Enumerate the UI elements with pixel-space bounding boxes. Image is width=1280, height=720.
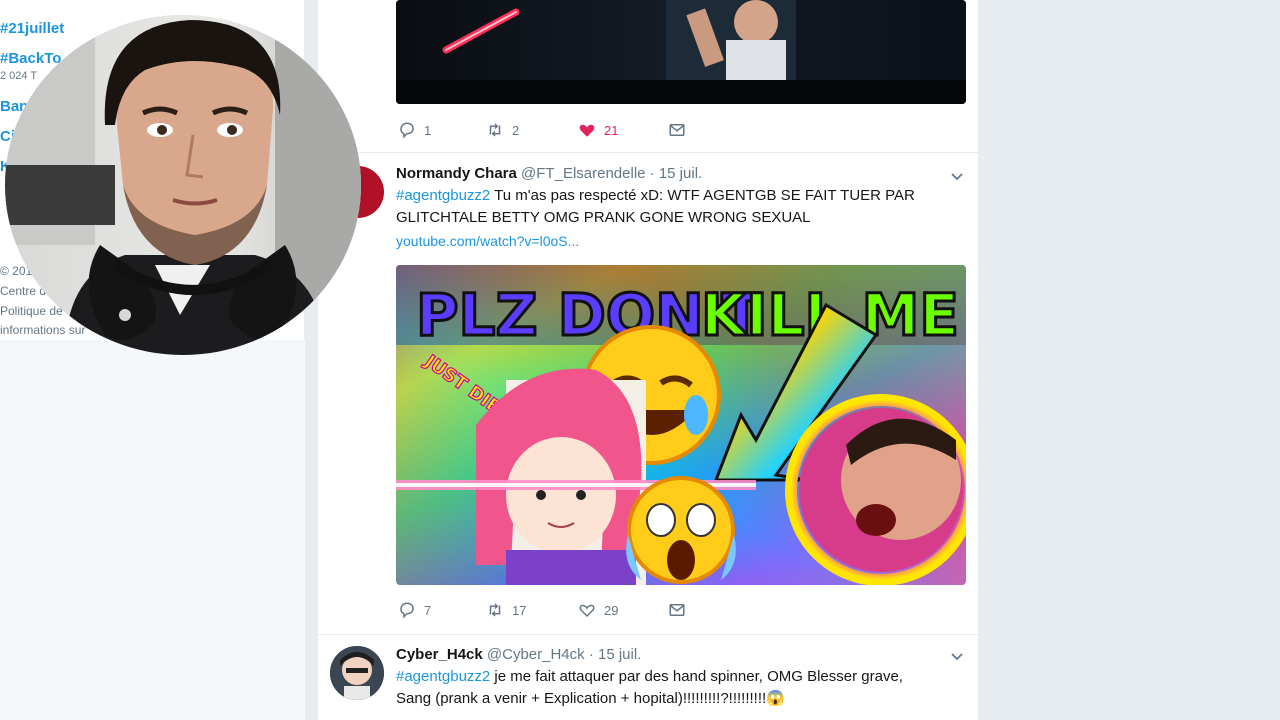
tweet-text-line: je me fait attaquer par des hand spinner… bbox=[490, 668, 903, 685]
retweet-icon bbox=[489, 603, 501, 617]
author-name[interactable]: Normandy Chara bbox=[396, 165, 517, 182]
like-count: 29 bbox=[604, 602, 619, 618]
hashtag-link[interactable]: #agentgbuzz2 bbox=[396, 187, 490, 204]
tweet-text-line: GLITCHTALE BETTY OMG PRANK GONE WRONG SE… bbox=[396, 209, 811, 226]
avatar-image bbox=[330, 646, 384, 700]
reply-button[interactable]: 7 bbox=[398, 601, 431, 619]
like-button[interactable]: 21 bbox=[578, 121, 618, 139]
tweet-text-line: Tu m'as pas respecté xD: WTF AGENTGB SE … bbox=[490, 187, 915, 204]
retweet-button[interactable]: 17 bbox=[486, 601, 526, 619]
tweet-text: #agentgbuzz2 je me fait attaquer par des… bbox=[396, 666, 966, 710]
author-handle[interactable]: @FT_Elsarendelle bbox=[521, 165, 645, 182]
author-handle[interactable]: @Cyber_H4ck bbox=[487, 646, 585, 663]
tweet-timestamp[interactable]: · 15 juil. bbox=[650, 165, 703, 182]
reply-count: 1 bbox=[424, 122, 432, 138]
trend-item-21juillet[interactable]: #21juillet bbox=[0, 20, 64, 37]
retweet-button[interactable]: 2 bbox=[486, 121, 519, 139]
trend-tweet-count: 2 024 T bbox=[0, 70, 38, 82]
right-column bbox=[978, 0, 1280, 720]
reply-count: 7 bbox=[424, 602, 432, 618]
retweet-count: 2 bbox=[512, 122, 520, 138]
tweet-header: Normandy Chara @FT_Elsarendelle · 15 jui… bbox=[396, 165, 702, 182]
retweet-count: 17 bbox=[512, 602, 527, 618]
tweet-actions: 1 2 21 bbox=[398, 121, 728, 143]
video-thumbnail: PLZ DON'T KILL ME ! JUST DIE ! bbox=[396, 265, 966, 585]
tweet-text-line: Sang (prank a venir + Explication + hopi… bbox=[396, 690, 785, 707]
direct-message-button[interactable] bbox=[668, 601, 686, 619]
direct-message-button[interactable] bbox=[668, 121, 686, 139]
avatar[interactable] bbox=[330, 646, 384, 700]
tweet-divider bbox=[318, 152, 978, 153]
streamer-webcam-image bbox=[5, 15, 361, 355]
like-count: 21 bbox=[604, 122, 619, 138]
reply-icon bbox=[400, 602, 414, 619]
retweet-icon bbox=[489, 123, 501, 137]
like-button[interactable]: 29 bbox=[578, 601, 618, 619]
chevron-down-icon[interactable] bbox=[950, 170, 964, 184]
reply-icon bbox=[400, 122, 414, 139]
heart-icon bbox=[579, 604, 595, 618]
timeline: 1 2 21 Normandy Chara @FT_Elsarendelle ·… bbox=[318, 0, 978, 720]
tweet-actions: 7 17 29 bbox=[398, 601, 728, 623]
chevron-down-icon[interactable] bbox=[950, 650, 964, 664]
reply-button[interactable]: 1 bbox=[398, 121, 431, 139]
hashtag-link[interactable]: #agentgbuzz2 bbox=[396, 668, 490, 685]
youtube-link[interactable]: youtube.com/watch?v=l0oS... bbox=[396, 233, 579, 249]
tweet-media-image[interactable]: PLZ DON'T KILL ME ! JUST DIE ! bbox=[396, 265, 966, 585]
video-thumbnail bbox=[396, 0, 966, 104]
heart-icon-filled bbox=[579, 124, 595, 137]
tweet-header: Cyber_H4ck @Cyber_H4ck · 15 juil. bbox=[396, 646, 641, 663]
tweet-media-image[interactable] bbox=[396, 0, 966, 104]
author-name[interactable]: Cyber_H4ck bbox=[396, 646, 483, 663]
footer-info[interactable]: informations sur bbox=[0, 323, 85, 337]
trend-item-backto[interactable]: #BackTo bbox=[0, 50, 61, 67]
envelope-icon bbox=[669, 124, 685, 136]
tweet-timestamp[interactable]: · 15 juil. bbox=[589, 646, 642, 663]
footer-privacy[interactable]: Politique de bbox=[0, 304, 63, 318]
tweet-text: #agentgbuzz2 Tu m'as pas respecté xD: WT… bbox=[396, 185, 956, 229]
envelope-icon bbox=[669, 604, 685, 616]
tweet-divider bbox=[318, 634, 978, 635]
webcam-overlay bbox=[5, 15, 361, 355]
